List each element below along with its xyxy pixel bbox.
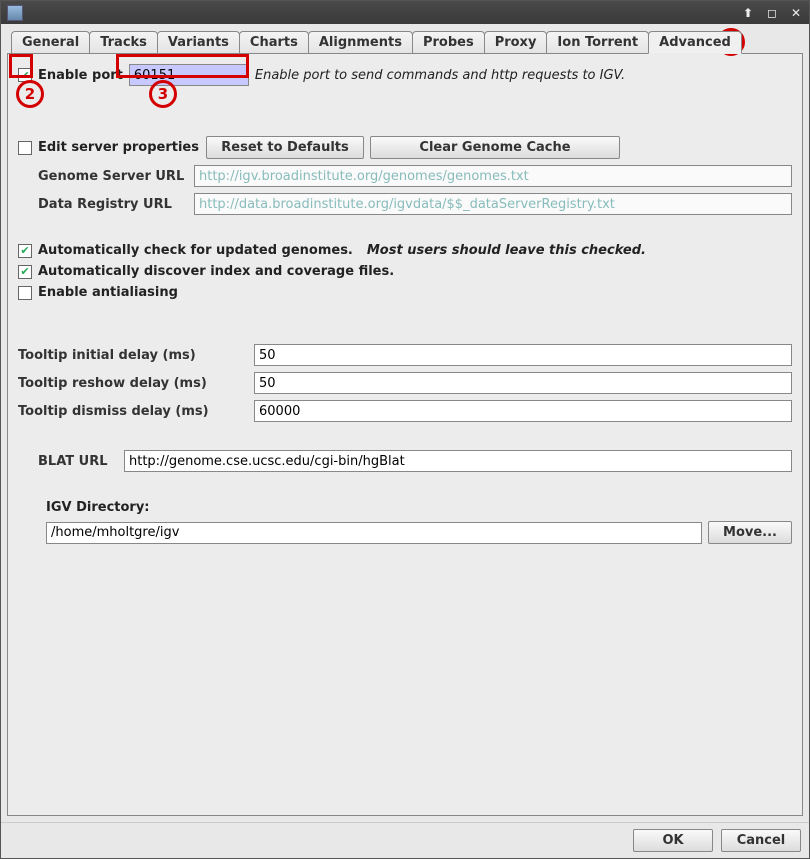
maximize-button[interactable]: ◻ [765, 6, 779, 20]
tab-charts[interactable]: Charts [239, 31, 309, 54]
tooltip-initial-input[interactable] [254, 344, 792, 366]
tab-variants[interactable]: Variants [157, 31, 240, 54]
auto-genomes-label-wrap[interactable]: ✔ Automatically check for updated genome… [18, 243, 353, 258]
close-button[interactable]: ✕ [789, 6, 803, 20]
app-icon [7, 5, 23, 21]
dialog-window: ⬆ ◻ ✕ General Tracks Variants Charts Ali… [0, 0, 810, 859]
dialog-buttonbar: OK Cancel [1, 822, 809, 858]
tooltip-initial-row: Tooltip initial delay (ms) [18, 344, 792, 366]
tab-tracks[interactable]: Tracks [89, 31, 158, 54]
blat-url-row: BLAT URL [18, 450, 792, 472]
tooltip-reshow-input[interactable] [254, 372, 792, 394]
tooltip-reshow-label: Tooltip reshow delay (ms) [18, 376, 248, 391]
ok-button[interactable]: OK [633, 829, 713, 852]
move-button[interactable]: Move... [708, 521, 792, 544]
port-input[interactable] [129, 64, 249, 86]
tooltip-dismiss-label: Tooltip dismiss delay (ms) [18, 404, 248, 419]
genome-url-input [194, 165, 792, 187]
enable-port-label-wrap[interactable]: ✔ Enable port [18, 68, 123, 83]
tab-ion-torrent[interactable]: Ion Torrent [546, 31, 649, 54]
genome-url-row: Genome Server URL [18, 165, 792, 187]
registry-url-input [194, 193, 792, 215]
auto-genomes-row: ✔ Automatically check for updated genome… [18, 243, 792, 258]
tab-advanced[interactable]: Advanced [648, 31, 742, 54]
auto-genomes-label: Automatically check for updated genomes. [38, 243, 353, 258]
enable-port-row: ✔ Enable port Enable port to send comman… [18, 64, 792, 86]
registry-url-row: Data Registry URL [18, 193, 792, 215]
server-buttons-row: Edit server properties Reset to Defaults… [18, 136, 792, 159]
blat-url-label: BLAT URL [18, 454, 118, 469]
auto-index-row: ✔ Automatically discover index and cover… [18, 264, 792, 279]
clear-cache-button[interactable]: Clear Genome Cache [370, 136, 620, 159]
auto-genomes-checkbox[interactable]: ✔ [18, 244, 32, 258]
blat-url-input[interactable] [124, 450, 792, 472]
enable-port-checkbox[interactable]: ✔ [18, 68, 32, 82]
igv-directory-input[interactable] [46, 522, 702, 544]
tab-probes[interactable]: Probes [412, 31, 485, 54]
edit-server-label: Edit server properties [38, 140, 199, 155]
auto-index-checkbox[interactable]: ✔ [18, 265, 32, 279]
advanced-panel: ✔ Enable port Enable port to send comman… [7, 53, 803, 816]
minimize-button[interactable]: ⬆ [741, 6, 755, 20]
edit-server-checkbox[interactable] [18, 141, 32, 155]
auto-index-label-wrap[interactable]: ✔ Automatically discover index and cover… [18, 264, 394, 279]
edit-server-label-wrap[interactable]: Edit server properties [18, 140, 200, 155]
tooltip-dismiss-row: Tooltip dismiss delay (ms) [18, 400, 792, 422]
dialog-content: General Tracks Variants Charts Alignment… [1, 24, 809, 822]
tab-bar: General Tracks Variants Charts Alignment… [11, 30, 803, 53]
titlebar: ⬆ ◻ ✕ [1, 1, 809, 24]
reset-defaults-button[interactable]: Reset to Defaults [206, 136, 364, 159]
auto-index-label: Automatically discover index and coverag… [38, 264, 394, 279]
registry-url-label: Data Registry URL [18, 197, 188, 212]
igv-directory-row: Move... [46, 521, 792, 544]
antialias-checkbox[interactable] [18, 286, 32, 300]
tab-general[interactable]: General [11, 31, 90, 54]
antialias-label-wrap[interactable]: Enable antialiasing [18, 285, 178, 300]
tooltip-reshow-row: Tooltip reshow delay (ms) [18, 372, 792, 394]
tab-alignments[interactable]: Alignments [308, 31, 413, 54]
enable-port-label: Enable port [38, 68, 123, 83]
genome-url-label: Genome Server URL [18, 169, 188, 184]
tooltip-initial-label: Tooltip initial delay (ms) [18, 348, 248, 363]
auto-genomes-hint: Most users should leave this checked. [367, 243, 646, 258]
tooltip-dismiss-input[interactable] [254, 400, 792, 422]
igv-directory-label: IGV Directory: [46, 500, 792, 515]
antialias-row: Enable antialiasing [18, 285, 792, 300]
antialias-label: Enable antialiasing [38, 285, 178, 300]
tab-proxy[interactable]: Proxy [484, 31, 548, 54]
cancel-button[interactable]: Cancel [721, 829, 801, 852]
enable-port-hint: Enable port to send commands and http re… [255, 68, 625, 83]
